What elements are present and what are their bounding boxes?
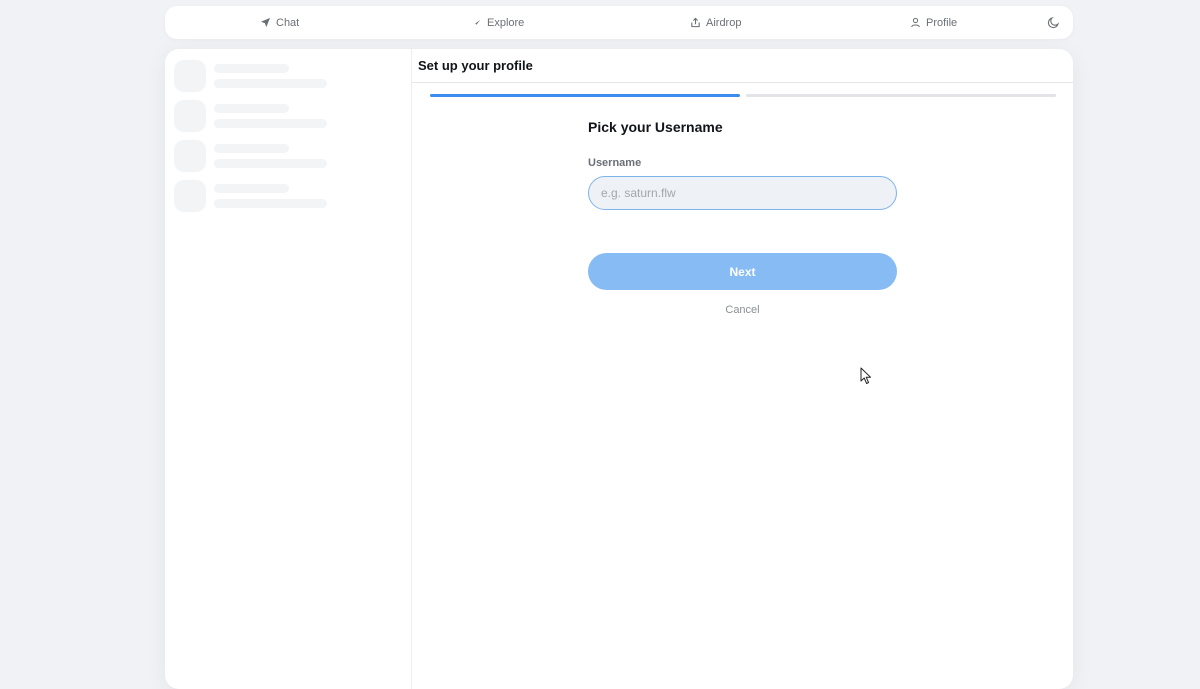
cancel-link[interactable]: Cancel bbox=[588, 304, 897, 316]
skeleton-avatar bbox=[174, 100, 206, 132]
nav-item-label: Explore bbox=[487, 16, 525, 29]
skeleton-line bbox=[214, 79, 327, 88]
nav-item-label: Airdrop bbox=[706, 16, 742, 29]
main-card: Set up your profile Pick your Username U… bbox=[165, 49, 1073, 689]
page-title: Set up your profile bbox=[418, 58, 533, 73]
skeleton-line bbox=[214, 144, 289, 153]
skeleton-avatar bbox=[174, 180, 206, 212]
username-label: Username bbox=[588, 157, 642, 169]
nav-item-label: Profile bbox=[926, 16, 958, 29]
mouse-pointer-icon bbox=[860, 367, 872, 385]
nav-item-explore[interactable]: Explore bbox=[473, 6, 524, 39]
skeleton-line bbox=[214, 104, 289, 113]
skeleton-line bbox=[214, 64, 289, 73]
send-icon bbox=[260, 17, 271, 28]
theme-toggle-button[interactable] bbox=[1047, 16, 1061, 30]
skeleton-line bbox=[214, 199, 327, 208]
airdrop-icon bbox=[690, 17, 701, 28]
nav-item-profile[interactable]: Profile bbox=[910, 6, 957, 39]
step-progress-pending bbox=[746, 94, 1056, 97]
skeleton-line bbox=[214, 159, 327, 168]
skeleton-avatar bbox=[174, 60, 206, 92]
skeleton-row bbox=[174, 180, 404, 212]
skeleton-line bbox=[214, 119, 327, 128]
user-icon bbox=[910, 17, 921, 28]
content-panel: Set up your profile Pick your Username U… bbox=[412, 49, 1073, 689]
skeleton-row bbox=[174, 60, 404, 92]
moon-icon bbox=[1047, 16, 1060, 33]
step-progress-current bbox=[430, 94, 740, 97]
form-title: Pick your Username bbox=[588, 119, 723, 135]
skeleton-line bbox=[214, 184, 289, 193]
skeleton-avatar bbox=[174, 140, 206, 172]
nav-item-label: Chat bbox=[276, 16, 300, 29]
skeleton-row bbox=[174, 100, 404, 132]
top-navigation: Chat Explore Airdrop Profile bbox=[165, 6, 1073, 39]
sidebar bbox=[165, 49, 412, 689]
nav-item-chat[interactable]: Chat bbox=[260, 6, 299, 39]
next-button[interactable]: Next bbox=[588, 253, 897, 290]
compass-needle-icon bbox=[473, 18, 482, 27]
username-input[interactable] bbox=[588, 176, 897, 210]
skeleton-row bbox=[174, 140, 404, 172]
panel-header: Set up your profile bbox=[412, 49, 1073, 83]
nav-item-airdrop[interactable]: Airdrop bbox=[690, 6, 741, 39]
